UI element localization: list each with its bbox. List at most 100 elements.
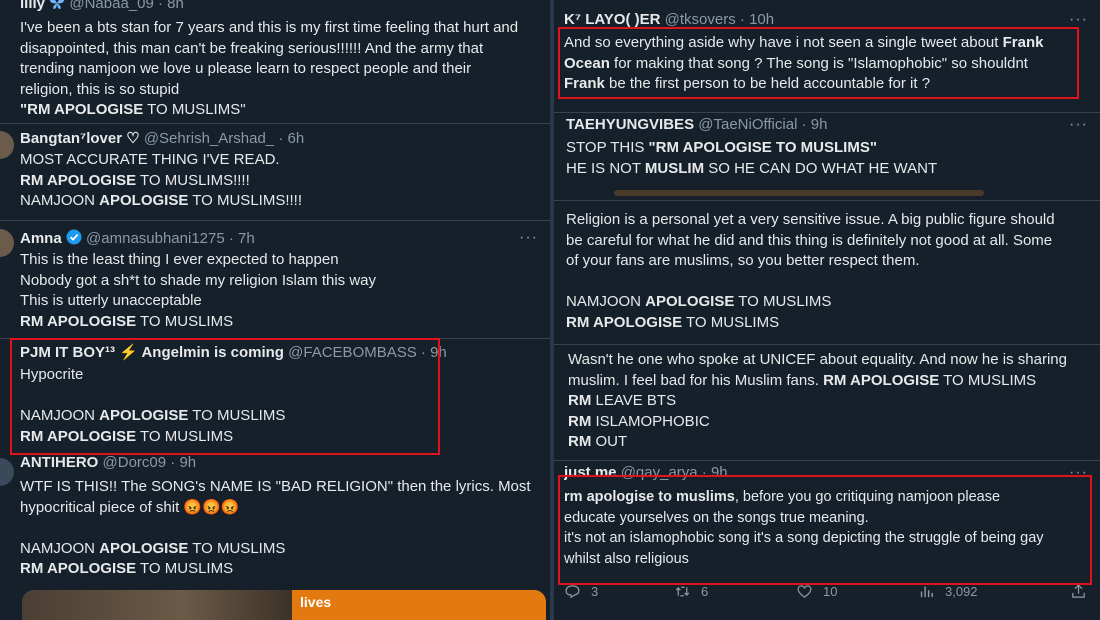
left-screenshot-panel: lilly @Nabaa_09 · 8h I've been a bts sta… [0,0,550,620]
tweet-line: of your fans are muslims, so you better … [566,252,920,269]
tweet-line: Hypocrite [20,366,84,383]
avatar[interactable] [0,131,14,159]
tweet-separator [0,338,550,339]
display-name[interactable]: PJM IT BOY¹³ ⚡ Angelmin is coming [20,344,284,361]
like-button[interactable]: 10 [796,583,837,600]
tweet-line: educate yourselves on the songs true mea… [564,509,869,526]
views-count: 3,092 [945,584,978,599]
user-handle[interactable]: @tksovers [665,11,736,28]
right-screenshot-panel: K⁷ LAYO( )ER @tksovers · 10h ··· And so … [554,0,1100,620]
quoted-card: lives [292,590,546,620]
display-name[interactable]: TAEHYUNGVIBES [566,116,694,133]
tweet-line: RM ISLAMOPHOBIC [568,412,710,430]
tweet-line: I've been a bts stan for 7 years and thi… [20,19,519,36]
retweet-button[interactable]: 6 [674,583,708,600]
display-name[interactable]: ANTIHERO [20,454,98,471]
tweet-line: And so everything aside why have i not s… [564,34,1044,51]
cropped-media-edge [614,190,984,196]
tweet-text: Hypocrite NAMJOON APOLOGISE TO MUSLIMS R… [20,365,538,447]
reply-icon [565,585,580,599]
timestamp[interactable]: 9h [811,116,828,133]
tweet-line: RM APOLOGISE TO MUSLIMS [20,312,234,330]
views-button[interactable]: 3,092 [918,583,978,600]
tweet-line: RM APOLOGISE TO MUSLIMS [566,313,780,331]
tweet-text: I've been a bts stan for 7 years and thi… [20,18,538,121]
tweet-separator [554,344,1100,345]
tweet-text: MOST ACCURATE THING I'VE READ. RM APOLOG… [20,150,538,212]
tweet-header: K⁷ LAYO( )ER @tksovers · 10h [564,11,775,28]
timestamp[interactable]: 8h [167,0,184,12]
more-options-icon[interactable]: ··· [1069,464,1088,482]
tweet-line: muslim. I feel bad for his Muslim fans. … [568,371,1037,389]
avatar[interactable] [0,458,14,486]
user-handle[interactable]: @qay_arya [621,464,698,481]
tweet-line: NAMJOON APOLOGISE TO MUSLIMS!!!! [20,192,302,209]
timestamp[interactable]: 6h [287,130,304,147]
tweet-line: be careful for what he did and this thin… [566,231,1053,249]
tweet-line: RM APOLOGISE TO MUSLIMS [20,427,234,445]
display-name[interactable]: Amna [20,230,62,247]
tweet-line: whilst also religious [564,550,689,567]
tweet-line: trending namjoon we love u please learn … [20,60,472,77]
retweet-icon [675,586,690,597]
tweet-separator [554,460,1100,461]
tweet-text: rm apologise to muslims, before you go c… [564,487,1088,569]
tweet-line: Ocean for making that song ? The song is… [564,54,1028,72]
tweet-text: Religion is a personal yet a very sensit… [566,210,1088,333]
timestamp[interactable]: 10h [749,11,774,28]
user-handle[interactable]: @TaeNiOfficial [698,116,797,133]
tweet-line: NAMJOON APOLOGISE TO MUSLIMS [20,539,286,557]
more-options-icon[interactable]: ··· [1069,116,1088,134]
tweet-text: WTF IS THIS!! The SONG's NAME IS "BAD RE… [20,477,538,580]
tweet-line: HE IS NOT MUSLIM SO HE CAN DO WHAT HE WA… [566,159,938,177]
tweet-action-bar: 3 6 10 3,092 [564,583,1088,607]
like-icon [797,585,812,598]
user-handle[interactable]: @Dorc09 [103,454,167,471]
display-name[interactable]: K⁷ LAYO( )ER [564,11,660,28]
display-name[interactable]: lilly [20,0,45,12]
tweet-line: hypocritical piece of shit 😡😡😡 [20,498,240,516]
tweet-line: RM LEAVE BTS [568,392,677,409]
tweet-line: STOP THIS "RM APOLOGISE TO MUSLIMS" [566,139,877,156]
tweet-line: it's not an islamophobic song it's a son… [564,530,1044,546]
tweet-line: Frank be the first person to be held acc… [564,75,931,92]
share-button[interactable] [1070,583,1087,600]
tweet-header: just me @qay_arya · 9h [564,464,728,481]
tweet-header: Amna @amnasubhani1275 · 7h [20,229,255,249]
tweet-line: Nobody got a sh*t to shade my religion I… [20,271,377,289]
reply-button[interactable]: 3 [564,583,598,600]
video-thumbnail [22,590,292,620]
tweet-line: NAMJOON APOLOGISE TO MUSLIMS [566,293,832,310]
user-handle[interactable]: @Sehrish_Arshad_ [144,130,274,147]
tweet-line: NAMJOON APOLOGISE TO MUSLIMS [20,407,286,424]
tweet-line: religion, this is so stupid [20,80,180,98]
like-count: 10 [823,584,838,599]
tweet-line: "RM APOLOGISE TO MUSLIMS" [20,101,246,118]
tweet-line: Religion is a personal yet a very sensit… [566,211,1055,228]
media-label: lives [300,594,332,610]
display-name[interactable]: Bangtan⁷lover ♡ [20,130,140,147]
verified-badge-icon [66,229,82,249]
avatar[interactable] [0,229,14,257]
user-handle[interactable]: @FACEBOMBASS [288,344,417,361]
share-icon [1072,584,1085,598]
tweet-separator [0,123,550,124]
tweet-line: rm apologise to muslims, before you go c… [564,489,1001,505]
user-handle[interactable]: @Nabaa_09 [69,0,153,12]
more-options-icon[interactable]: ··· [519,229,538,247]
more-options-icon[interactable]: ··· [1069,11,1088,29]
reply-count: 3 [591,584,599,599]
butterfly-icon [49,0,65,14]
timestamp[interactable]: 9h [711,464,728,481]
user-handle[interactable]: @amnasubhani1275 [86,230,225,247]
retweet-count: 6 [701,584,709,599]
timestamp[interactable]: 7h [238,230,255,247]
tweet-line: disappointed, this man can't be freaking… [20,39,484,57]
display-name[interactable]: just me [564,464,617,481]
tweet-text: STOP THIS "RM APOLOGISE TO MUSLIMS" HE I… [566,138,1088,179]
tweet-line: MOST ACCURATE THING I'VE READ. [20,151,280,168]
media-preview[interactable]: lives [22,590,546,620]
timestamp[interactable]: 9h [179,454,196,471]
timestamp[interactable]: 9h [430,344,447,361]
tweet-line: This is utterly unacceptable [20,292,202,309]
